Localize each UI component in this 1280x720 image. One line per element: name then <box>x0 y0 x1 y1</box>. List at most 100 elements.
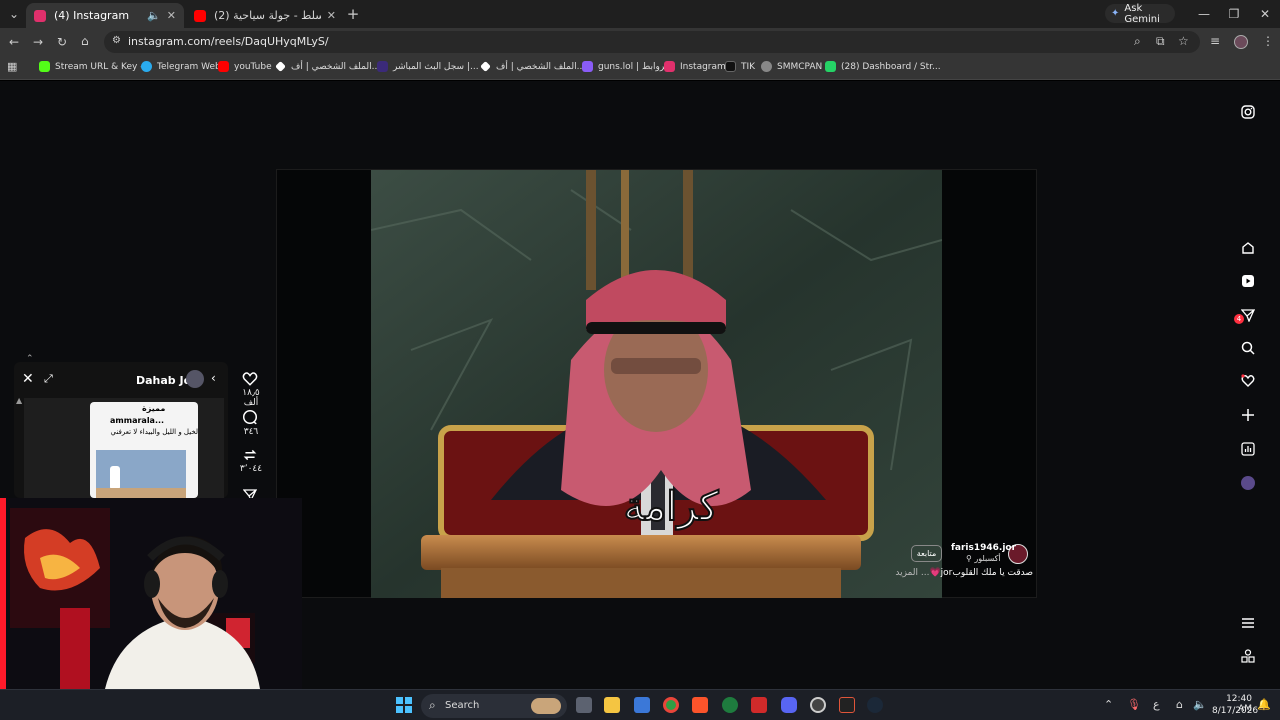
tab-youtube[interactable]: (2) الأردن - السلط - جولة سياحية ✕ <box>186 3 344 28</box>
c-favicon-icon <box>377 61 388 72</box>
search-icon[interactable] <box>1240 340 1256 356</box>
discord-icon[interactable] <box>781 697 797 713</box>
ask-gemini-label: Ask Gemini <box>1124 2 1160 25</box>
install-app-icon[interactable]: ⧉ <box>1156 34 1165 49</box>
tab-title: (2) الأردن - السلط - جولة سياحية <box>214 9 321 22</box>
webcam-image <box>0 498 302 689</box>
xbox-icon[interactable] <box>722 697 738 713</box>
messages-icon[interactable]: 4 <box>1234 307 1256 324</box>
mini-post-text: لخيل و الليل والبيداء لا تعرفني <box>110 428 198 436</box>
chrome-icon[interactable] <box>663 697 679 713</box>
notification-bell-icon[interactable]: 🔔 <box>1257 698 1271 711</box>
mini-account-name[interactable]: Dahab Jo <box>136 374 191 387</box>
site-info-icon[interactable]: ⚙ <box>112 35 121 46</box>
mini-scroll-up-icon[interactable]: ▲ <box>16 396 22 405</box>
home-icon[interactable] <box>1240 240 1256 256</box>
menu-kebab-icon[interactable]: ⋮ <box>1262 34 1274 48</box>
bookmark-item[interactable]: youTube <box>218 61 272 72</box>
zoom-search-icon[interactable]: ⌕ <box>1134 34 1141 49</box>
bookmark-item[interactable]: Stream URL & Key -... <box>39 61 152 72</box>
bookmark-star-icon[interactable]: ☆ <box>1178 34 1189 48</box>
mini-expand-icon[interactable]: ⤢ <box>44 372 53 386</box>
mini-post-card[interactable]: مميزة ammarala... لخيل و الليل والبيداء … <box>90 402 198 498</box>
tiktok-favicon-icon <box>725 61 736 72</box>
create-plus-icon[interactable] <box>1240 407 1256 423</box>
input-language[interactable]: ع <box>1153 698 1160 711</box>
reading-list-icon[interactable]: ≡ <box>1210 34 1220 48</box>
repost-count: ٣٬٠٤٤ <box>239 464 263 474</box>
tab-mute-icon[interactable]: 🔈 <box>147 9 161 22</box>
microsoft-store-icon[interactable] <box>634 697 650 713</box>
windows-start-icon[interactable] <box>396 697 412 713</box>
dashboard-chart-icon[interactable] <box>1240 441 1256 457</box>
reel-username[interactable]: faris1946.jor <box>951 543 1016 553</box>
bookmarks-bar: ▦ Stream URL & Key -... Telegram Web you… <box>0 56 1280 80</box>
also-from-meta-icon[interactable] <box>1240 648 1256 664</box>
mini-feed: مميزة ammarala... لخيل و الليل والبيداء … <box>24 398 224 498</box>
profile-avatar-icon[interactable] <box>1240 475 1256 491</box>
reels-icon[interactable] <box>1240 273 1256 289</box>
capture-app-icon[interactable] <box>751 697 767 713</box>
youtube-favicon-icon <box>218 61 229 72</box>
mini-post-image <box>96 450 186 498</box>
bookmark-item[interactable]: (28) Dashboard / Str... <box>825 61 941 72</box>
minimize-button[interactable]: — <box>1195 5 1213 23</box>
mini-post-ground <box>96 488 186 498</box>
mini-account-avatar[interactable] <box>186 370 204 388</box>
tab-instagram[interactable]: (4) Instagram 🔈 ✕ <box>26 3 184 28</box>
microphone-icon[interactable]: 🎙 <box>1127 698 1141 711</box>
new-tab-button[interactable]: + <box>344 5 362 23</box>
more-link[interactable]: ... المزيد <box>895 568 929 578</box>
steam-icon[interactable] <box>867 697 883 713</box>
diamond-favicon-icon <box>480 61 491 72</box>
bookmark-item[interactable]: guns.lol | الروابط <box>582 61 670 72</box>
kick-favicon-icon <box>39 61 50 72</box>
profile-avatar[interactable] <box>1234 35 1248 49</box>
mini-player-panel: ✕ ⤢ Dahab Jo ‹ مميزة ammarala... لخيل و … <box>14 362 228 498</box>
comment-count: ٣٤٦ <box>243 427 259 437</box>
tray-chevron-icon[interactable]: ⌃ <box>1104 698 1113 711</box>
reload-icon[interactable]: ↻ <box>57 35 67 49</box>
mini-back-chevron-icon[interactable]: ‹ <box>211 371 216 385</box>
bookmark-label: الملف الشخصي | أف... <box>496 61 586 72</box>
file-explorer-icon[interactable] <box>604 697 620 713</box>
taskbar-search-box[interactable]: ⌕ Search <box>421 694 567 718</box>
maximize-button[interactable]: ❐ <box>1225 5 1243 23</box>
forward-arrow-icon[interactable]: → <box>33 35 43 49</box>
globe-favicon-icon <box>761 61 772 72</box>
bookmark-item[interactable]: الملف الشخصي | أف... <box>480 61 585 72</box>
bookmark-item[interactable]: الملف الشخصي | أف... <box>275 61 380 72</box>
back-arrow-icon[interactable]: ← <box>9 35 19 49</box>
comment-icon[interactable] <box>242 409 258 429</box>
follow-button[interactable]: متابعة <box>911 545 942 562</box>
address-bar[interactable]: ⚙ instagram.com/reels/DaqUHyqMLyS/ ⌕ ⧉ ☆ <box>104 31 1200 53</box>
clock-date[interactable]: 8/17/2026 <box>1212 706 1258 716</box>
more-menu-icon[interactable] <box>1240 615 1256 631</box>
ask-gemini-button[interactable]: ✦ Ask Gemini <box>1105 2 1175 25</box>
tab-close-icon[interactable]: ✕ <box>327 9 336 22</box>
bookmark-item[interactable]: Instagram <box>664 61 726 72</box>
tab-close-icon[interactable]: ✕ <box>167 9 176 22</box>
tab-search-chevron-icon[interactable]: ⌄ <box>5 5 23 23</box>
reel-video[interactable]: كرامة <box>371 170 942 598</box>
bookmark-item[interactable]: TIK <box>725 61 755 72</box>
obs-icon[interactable] <box>810 697 826 713</box>
bookmark-item[interactable]: SMMCPAN <box>761 61 822 72</box>
instagram-logo-icon[interactable] <box>1240 104 1256 120</box>
network-icon[interactable]: ⌂ <box>1176 698 1183 711</box>
bookmark-item[interactable]: سجل البث المباشر |... <box>377 61 479 72</box>
bookmark-label: guns.lol | الروابط <box>598 61 671 72</box>
close-window-button[interactable]: ✕ <box>1256 5 1274 23</box>
volume-icon[interactable]: 🔈 <box>1193 698 1207 711</box>
mini-close-icon[interactable]: ✕ <box>22 371 34 387</box>
notifications-heart-icon[interactable] <box>1240 373 1256 389</box>
streaming-app-icon[interactable] <box>839 697 855 713</box>
apps-grid-icon[interactable]: ▦ <box>7 60 17 73</box>
bookmark-item[interactable]: Telegram Web <box>141 61 221 72</box>
reel-location[interactable]: ⚲ أكسبلور <box>966 554 1001 563</box>
url-text: instagram.com/reels/DaqUHyqMLyS/ <box>128 35 329 48</box>
home-icon[interactable]: ⌂ <box>81 34 89 48</box>
reel-video-frame: كرامة <box>371 170 942 598</box>
brave-icon[interactable] <box>692 697 708 713</box>
task-view-icon[interactable] <box>576 697 592 713</box>
